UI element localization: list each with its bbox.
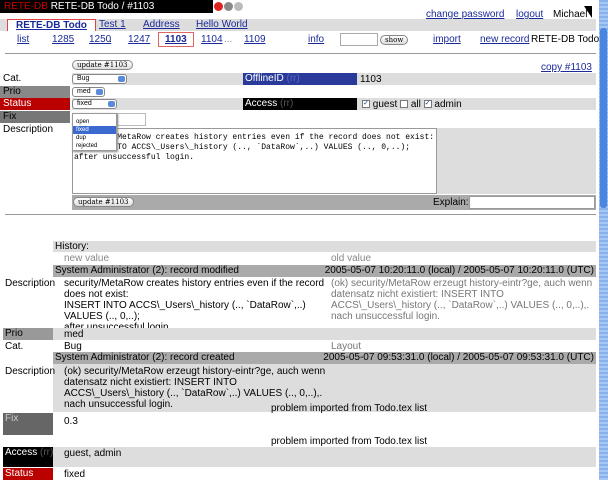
status-label: Status bbox=[0, 98, 70, 110]
update-button-bottom[interactable]: update #1103 bbox=[73, 197, 134, 207]
tab-rete-db-todo[interactable]: RETE-DB Todo bbox=[7, 19, 96, 31]
history-cat-new: Bug bbox=[64, 341, 82, 352]
app-name: RETE-DB Todo bbox=[531, 34, 600, 45]
tab-test-1[interactable]: Test 1 bbox=[97, 19, 128, 31]
option-open[interactable]: open bbox=[73, 118, 116, 126]
description-textarea[interactable]: security/MetaRow creates history entries… bbox=[72, 128, 437, 194]
divider bbox=[5, 53, 596, 54]
history-entry-header: System Administrator (2): record created… bbox=[53, 352, 596, 364]
history-title: History: bbox=[53, 241, 596, 252]
description-label: Description bbox=[3, 124, 54, 135]
info-link[interactable]: info bbox=[308, 34, 324, 45]
cat-select[interactable]: Bug bbox=[72, 74, 127, 84]
history-note: problem imported from Todo.tex list bbox=[271, 403, 427, 414]
access-row-bg bbox=[53, 447, 596, 467]
separator: . bbox=[109, 34, 112, 45]
minimize-dot-icon[interactable] bbox=[224, 2, 233, 11]
history-note: problem imported from Todo.tex list bbox=[271, 436, 427, 447]
history-description-old: (ok) security/MetaRow erzeugt history-ei… bbox=[331, 278, 593, 322]
cat-label: Cat. bbox=[3, 73, 22, 84]
new-record-link[interactable]: new record bbox=[480, 34, 529, 45]
description-side-bg bbox=[437, 128, 596, 194]
fix-label: Fix bbox=[0, 111, 70, 123]
history-cat-old: Layout bbox=[331, 341, 362, 352]
history-description-label: Description bbox=[5, 278, 56, 289]
option-fixed[interactable]: fixed bbox=[73, 126, 116, 134]
history-status-value: fixed bbox=[64, 469, 86, 480]
history-fix-label: Fix bbox=[3, 413, 53, 435]
tab-address[interactable]: Address bbox=[141, 19, 182, 31]
old-value-header: old value bbox=[331, 253, 372, 264]
history-prio-label: Prio bbox=[3, 328, 53, 340]
status-select[interactable]: fixed bbox=[72, 99, 117, 109]
guest-checkbox[interactable]: ✓ bbox=[362, 100, 370, 109]
show-button[interactable]: show bbox=[380, 35, 409, 45]
prio-select[interactable]: med bbox=[72, 87, 105, 97]
access-checkboxes: ✓ guest all ✓ admin bbox=[362, 99, 462, 110]
offline-id-value: 1103 bbox=[360, 74, 382, 85]
divider bbox=[5, 214, 596, 215]
fix-input[interactable] bbox=[117, 113, 146, 126]
history-status-label: Status bbox=[3, 468, 53, 480]
chevron-down-icon bbox=[96, 89, 103, 95]
prio-row-bg bbox=[53, 328, 596, 340]
copy-record-link[interactable]: copy #1103 bbox=[541, 62, 592, 73]
option-rejected[interactable]: rejected bbox=[73, 142, 116, 150]
record-link-1104[interactable]: 1104 bbox=[201, 34, 223, 45]
record-link-1109[interactable]: 1109 bbox=[244, 34, 266, 45]
record-search-input[interactable] bbox=[340, 33, 378, 46]
history-cat-label: Cat. bbox=[5, 341, 24, 352]
history-description-new: security/MetaRow creates history entries… bbox=[64, 278, 325, 333]
admin-checkbox[interactable]: ✓ bbox=[423, 100, 432, 109]
list-link[interactable]: list bbox=[17, 34, 29, 45]
zoom-dot-icon[interactable] bbox=[234, 2, 243, 11]
record-link-1247[interactable]: 1247 bbox=[128, 34, 150, 45]
all-checkbox[interactable] bbox=[400, 100, 409, 109]
explain-label: Explain: bbox=[433, 197, 469, 208]
record-link-1285[interactable]: 1285 bbox=[52, 34, 74, 45]
window-title: RETE-DB RETE-DB Todo / #1103 bbox=[0, 0, 213, 13]
history-fix-value: 0.3 bbox=[64, 416, 78, 427]
ellipsis: ... bbox=[224, 34, 233, 45]
tab-hello-world[interactable]: Hello World bbox=[194, 19, 250, 31]
close-dot-icon[interactable] bbox=[214, 2, 223, 11]
explain-input[interactable] bbox=[469, 196, 595, 209]
scrollbar-thumb[interactable] bbox=[600, 28, 607, 208]
offline-id-label: OfflineID (rr) bbox=[243, 73, 357, 85]
prio-label: Prio bbox=[0, 86, 70, 98]
update-button-top[interactable]: update #1103 bbox=[72, 60, 133, 70]
history-entry-header: System Administrator (2): record modifie… bbox=[53, 265, 596, 277]
access-label: Access (rr) bbox=[243, 98, 357, 110]
option-dup[interactable]: dup bbox=[73, 134, 116, 142]
new-value-header: new value bbox=[64, 253, 110, 264]
record-link-1250[interactable]: 1250 bbox=[89, 34, 111, 45]
history-prio-new: med bbox=[64, 329, 84, 340]
chevron-down-icon bbox=[108, 101, 115, 107]
history-access-value: guest, admin bbox=[64, 448, 122, 459]
chevron-down-icon bbox=[118, 76, 125, 82]
history-access-label: Access (rr) bbox=[3, 447, 53, 467]
record-link-1103-current[interactable]: 1103 bbox=[158, 32, 194, 47]
history-description-label: Description bbox=[5, 366, 56, 377]
status-dropdown: open fixed dup rejected bbox=[72, 113, 117, 151]
import-link[interactable]: import bbox=[433, 34, 461, 45]
